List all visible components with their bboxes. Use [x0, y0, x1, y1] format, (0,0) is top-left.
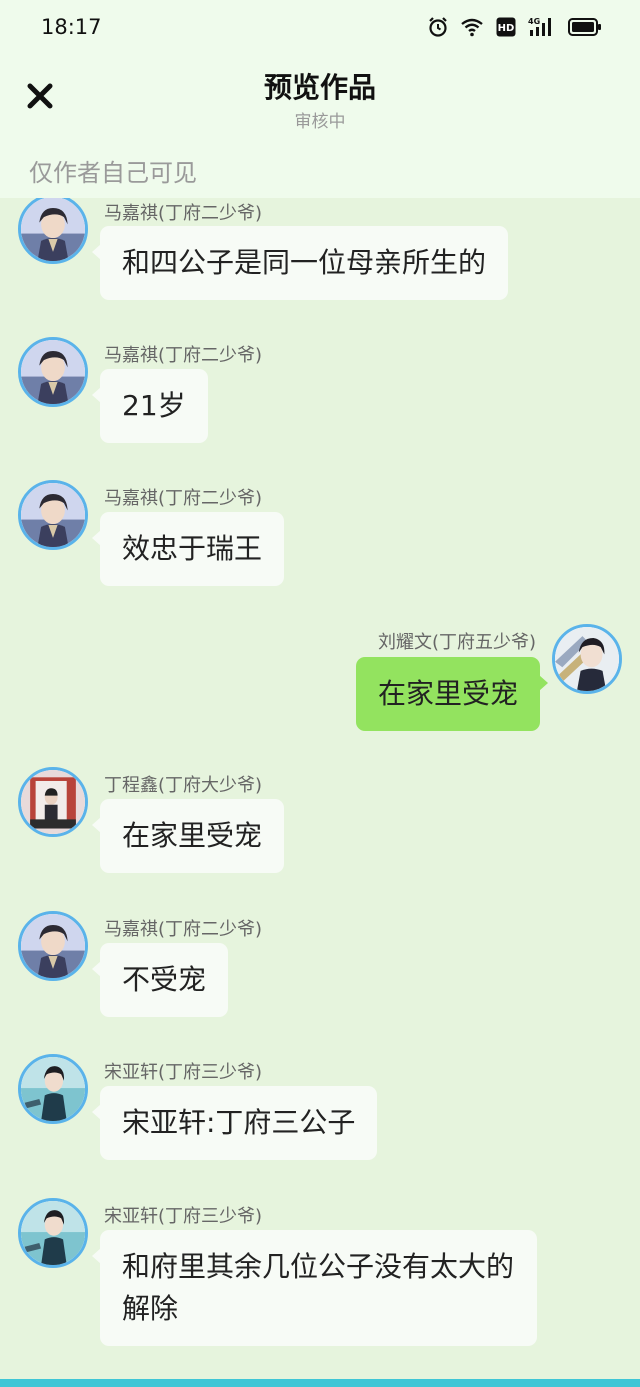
sender-name: 宋亚轩(丁府三少爷) [104, 1206, 263, 1227]
hd-icon: HD [496, 17, 516, 41]
message-bubble[interactable]: 不受宠 [91, 943, 229, 1017]
message-bubble[interactable]: 21岁 [92, 369, 208, 443]
avatar[interactable] [18, 1198, 88, 1268]
4g-signal-icon: 4G [528, 16, 556, 42]
top-bar: 18:17 HD 4G 预览作品 审核中 仅作者自己可见 [0, 0, 640, 198]
message-bubble[interactable]: 效忠于瑞王 [91, 512, 285, 586]
message-bubble[interactable]: 在家里受宠 [355, 657, 549, 731]
avatar[interactable] [18, 198, 88, 264]
chat-message: 刘耀文(丁府五少爷) 在家里受宠 [0, 612, 640, 732]
chat-message: 宋亚轩(丁府三少爷) 宋亚轩:丁府三公子 [0, 1043, 640, 1163]
avatar[interactable] [18, 767, 88, 837]
chat-area[interactable]: 马嘉祺(丁府二少爷) 和四公子是同一位母亲所生的 马嘉祺(丁府二少爷) 21岁 … [0, 198, 640, 1379]
sender-name: 宋亚轩(丁府三少爷) [104, 1062, 263, 1083]
chat-message: 马嘉祺(丁府二少爷) 不受宠 [0, 899, 640, 1019]
chat-message: 马嘉祺(丁府二少爷) 和四公子是同一位母亲所生的 [0, 198, 640, 304]
message-bubble[interactable]: 宋亚轩:丁府三公子 [91, 1086, 378, 1160]
chat-message: 马嘉祺(丁府二少爷) 效忠于瑞王 [0, 469, 640, 589]
review-status: 审核中 [294, 112, 346, 132]
alarm-icon [428, 16, 448, 42]
sender-name: 马嘉祺(丁府二少爷) [104, 488, 263, 509]
message-bubble[interactable]: 和四公子是同一位母亲所生的 [91, 226, 509, 300]
sender-name: 丁程鑫(丁府大少爷) [104, 775, 263, 796]
chat-message: 丁程鑫(丁府大少爷) 在家里受宠 [0, 756, 640, 876]
avatar[interactable] [18, 911, 88, 981]
status-bar: 18:17 HD 4G [0, 0, 640, 56]
visibility-note: 仅作者自己可见 [29, 159, 197, 187]
wifi-icon [460, 17, 484, 41]
sender-name: 刘耀文(丁府五少爷) [377, 632, 536, 653]
status-time: 18:17 [41, 15, 102, 39]
bottom-bar [0, 1379, 640, 1387]
chat-message: 马嘉祺(丁府二少爷) 21岁 [0, 326, 640, 446]
chat-message: 宋亚轩(丁府三少爷) 和府里其余几位公子没有太大的解除 [0, 1186, 640, 1356]
battery-icon [568, 17, 602, 41]
message-bubble[interactable]: 在家里受宠 [91, 799, 285, 873]
page-title: 预览作品 [263, 71, 376, 104]
sender-name: 马嘉祺(丁府二少爷) [104, 345, 263, 366]
sender-name: 马嘉祺(丁府二少爷) [104, 203, 263, 224]
avatar[interactable] [552, 624, 622, 694]
avatar[interactable] [18, 480, 88, 550]
svg-text:HD: HD [498, 23, 515, 34]
sender-name: 马嘉祺(丁府二少爷) [104, 919, 263, 940]
message-bubble[interactable]: 和府里其余几位公子没有太大的解除 [92, 1230, 537, 1346]
avatar[interactable] [18, 337, 88, 407]
status-icons: HD 4G [428, 16, 602, 42]
svg-text:4G: 4G [528, 17, 540, 26]
avatar[interactable] [18, 1054, 88, 1124]
